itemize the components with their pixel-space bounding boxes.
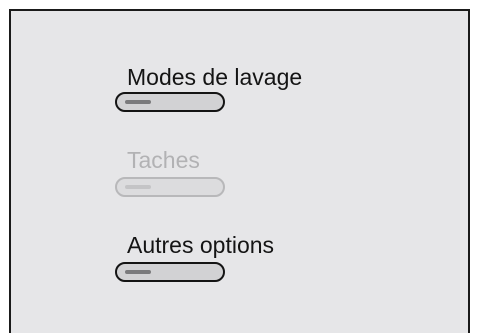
selection-pill-button-disabled xyxy=(115,177,225,197)
selection-pill-button[interactable] xyxy=(115,92,225,112)
pill-indicator-bar xyxy=(125,270,151,274)
pill-indicator-bar xyxy=(125,185,151,189)
display-screen: Modes de lavage Taches Autres options xyxy=(9,9,470,333)
menu-item-label: Autres options xyxy=(127,232,275,258)
menu-item-label: Taches xyxy=(127,147,200,173)
menu-item-label: Modes de lavage xyxy=(127,64,303,90)
selection-pill-button[interactable] xyxy=(115,262,225,282)
pill-indicator-bar xyxy=(125,100,151,104)
